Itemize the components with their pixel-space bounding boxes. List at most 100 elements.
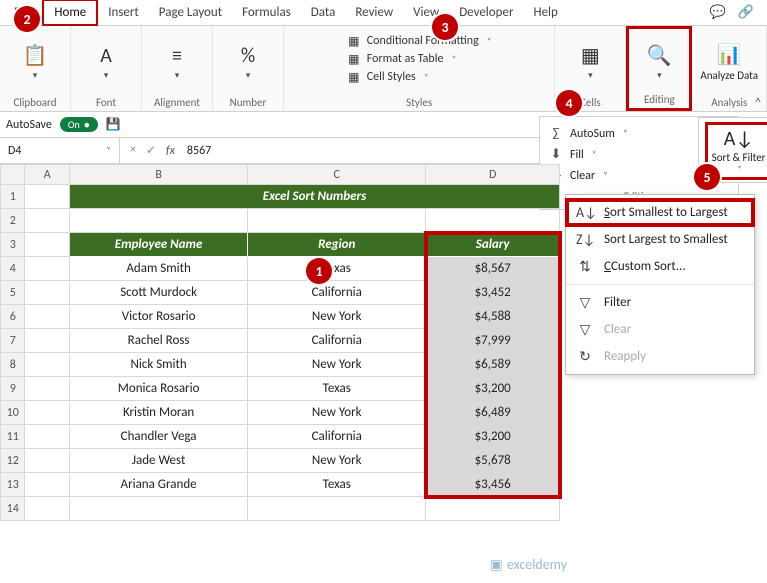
- select-all-corner[interactable]: [1, 165, 25, 185]
- format-as-table-button[interactable]: ▦Format as Table˅: [347, 52, 457, 66]
- cell-salary[interactable]: $3,456: [426, 473, 560, 497]
- cell-salary[interactable]: $6,489: [426, 401, 560, 425]
- cancel-formula-icon[interactable]: ×: [130, 143, 136, 158]
- share-icon[interactable]: 🔗: [735, 2, 757, 24]
- tab-data[interactable]: Data: [301, 1, 346, 24]
- cell-region[interactable]: Texas: [248, 377, 426, 401]
- row-header[interactable]: 14: [1, 497, 25, 521]
- row-header[interactable]: 1: [1, 185, 25, 209]
- row-header[interactable]: 9: [1, 377, 25, 401]
- cell[interactable]: [70, 209, 248, 233]
- cell[interactable]: [25, 305, 70, 329]
- row-header[interactable]: 3: [1, 233, 25, 257]
- collapse-ribbon-icon[interactable]: ^: [755, 96, 761, 110]
- cell[interactable]: [25, 473, 70, 497]
- col-header[interactable]: A: [25, 165, 70, 185]
- row-header[interactable]: 6: [1, 305, 25, 329]
- group-number[interactable]: %▾ Number: [213, 26, 284, 111]
- cell-region[interactable]: Texas: [248, 473, 426, 497]
- cell-region[interactable]: Texas: [248, 257, 426, 281]
- cell[interactable]: [426, 209, 560, 233]
- group-font[interactable]: A▾ Font: [71, 26, 142, 111]
- tab-formulas[interactable]: Formulas: [232, 1, 301, 24]
- group-editing[interactable]: 🔍▾ Editing: [626, 26, 692, 111]
- cell-name[interactable]: Nick Smith: [70, 353, 248, 377]
- cell[interactable]: [25, 329, 70, 353]
- row-header[interactable]: 12: [1, 449, 25, 473]
- cell-name[interactable]: Scott Murdock: [70, 281, 248, 305]
- cell[interactable]: [25, 497, 70, 521]
- cell[interactable]: [25, 257, 70, 281]
- cell-salary[interactable]: $3,452: [426, 281, 560, 305]
- cell-salary[interactable]: $5,678: [426, 449, 560, 473]
- cell-region[interactable]: California: [248, 329, 426, 353]
- cell[interactable]: [426, 497, 560, 521]
- row-header[interactable]: 13: [1, 473, 25, 497]
- spreadsheet-grid: A B C D 1 Excel Sort Numbers 2 3 Employe…: [0, 164, 767, 521]
- col-header[interactable]: C: [248, 165, 426, 185]
- cell[interactable]: [25, 401, 70, 425]
- cell-styles-button[interactable]: ▦Cell Styles˅: [347, 70, 429, 84]
- cell-region[interactable]: New York: [248, 401, 426, 425]
- tab-page-layout[interactable]: Page Layout: [149, 1, 232, 24]
- row-header[interactable]: 10: [1, 401, 25, 425]
- name-box[interactable]: D4˅: [0, 138, 120, 163]
- sheet-title[interactable]: Excel Sort Numbers: [70, 185, 560, 209]
- row-header[interactable]: 8: [1, 353, 25, 377]
- cell-name[interactable]: Monica Rosario: [70, 377, 248, 401]
- cell-region[interactable]: New York: [248, 353, 426, 377]
- cell-salary[interactable]: $6,589: [426, 353, 560, 377]
- cell[interactable]: [25, 377, 70, 401]
- tab-developer[interactable]: Developer: [449, 1, 523, 24]
- cell[interactable]: [248, 497, 426, 521]
- autosave-toggle[interactable]: On●: [60, 117, 98, 132]
- row-header[interactable]: 5: [1, 281, 25, 305]
- cell[interactable]: [25, 449, 70, 473]
- cell-salary[interactable]: $4,588: [426, 305, 560, 329]
- cell-name[interactable]: Rachel Ross: [70, 329, 248, 353]
- row-header[interactable]: 7: [1, 329, 25, 353]
- table-row: 12 Jade WestNew York$5,678: [1, 449, 560, 473]
- table-header-name[interactable]: Employee Name: [70, 233, 248, 257]
- cell-region[interactable]: New York: [248, 449, 426, 473]
- cell-name[interactable]: Ariana Grande: [70, 473, 248, 497]
- cell-name[interactable]: Victor Rosario: [70, 305, 248, 329]
- cell[interactable]: [25, 185, 70, 209]
- fx-icon[interactable]: fx: [166, 144, 181, 158]
- group-clipboard[interactable]: 📋▾ Clipboard: [0, 26, 71, 111]
- table-header-region[interactable]: Region: [248, 233, 426, 257]
- cell-salary[interactable]: $8,567: [426, 257, 560, 281]
- tab-help[interactable]: Help: [523, 1, 567, 24]
- cell-region[interactable]: California: [248, 425, 426, 449]
- table-header-salary[interactable]: Salary: [426, 233, 560, 257]
- comments-icon[interactable]: 💬: [707, 2, 729, 24]
- tab-home[interactable]: Home: [42, 0, 98, 26]
- col-header[interactable]: B: [70, 165, 248, 185]
- cell-name[interactable]: Jade West: [70, 449, 248, 473]
- row-header[interactable]: 11: [1, 425, 25, 449]
- cell[interactable]: [25, 209, 70, 233]
- cell[interactable]: [25, 425, 70, 449]
- cell-name[interactable]: Adam Smith: [70, 257, 248, 281]
- row-header[interactable]: 2: [1, 209, 25, 233]
- confirm-formula-icon[interactable]: ✓: [146, 143, 156, 158]
- cell[interactable]: [248, 209, 426, 233]
- conditional-formatting-button[interactable]: ▦Conditional Formatting˅: [347, 34, 492, 48]
- cell-region[interactable]: California: [248, 281, 426, 305]
- cell-salary[interactable]: $3,200: [426, 377, 560, 401]
- cell-region[interactable]: New York: [248, 305, 426, 329]
- cell[interactable]: [25, 281, 70, 305]
- group-alignment[interactable]: ≡▾ Alignment: [142, 26, 213, 111]
- cell[interactable]: [25, 233, 70, 257]
- tab-review[interactable]: Review: [345, 1, 403, 24]
- cell-salary[interactable]: $3,200: [426, 425, 560, 449]
- cell-name[interactable]: Kristin Moran: [70, 401, 248, 425]
- col-header[interactable]: D: [426, 165, 560, 185]
- row-header[interactable]: 4: [1, 257, 25, 281]
- cell[interactable]: [25, 353, 70, 377]
- cell-name[interactable]: Chandler Vega: [70, 425, 248, 449]
- tab-insert[interactable]: Insert: [98, 1, 149, 24]
- cell[interactable]: [70, 497, 248, 521]
- save-icon[interactable]: 💾: [106, 117, 121, 132]
- cell-salary[interactable]: $7,999: [426, 329, 560, 353]
